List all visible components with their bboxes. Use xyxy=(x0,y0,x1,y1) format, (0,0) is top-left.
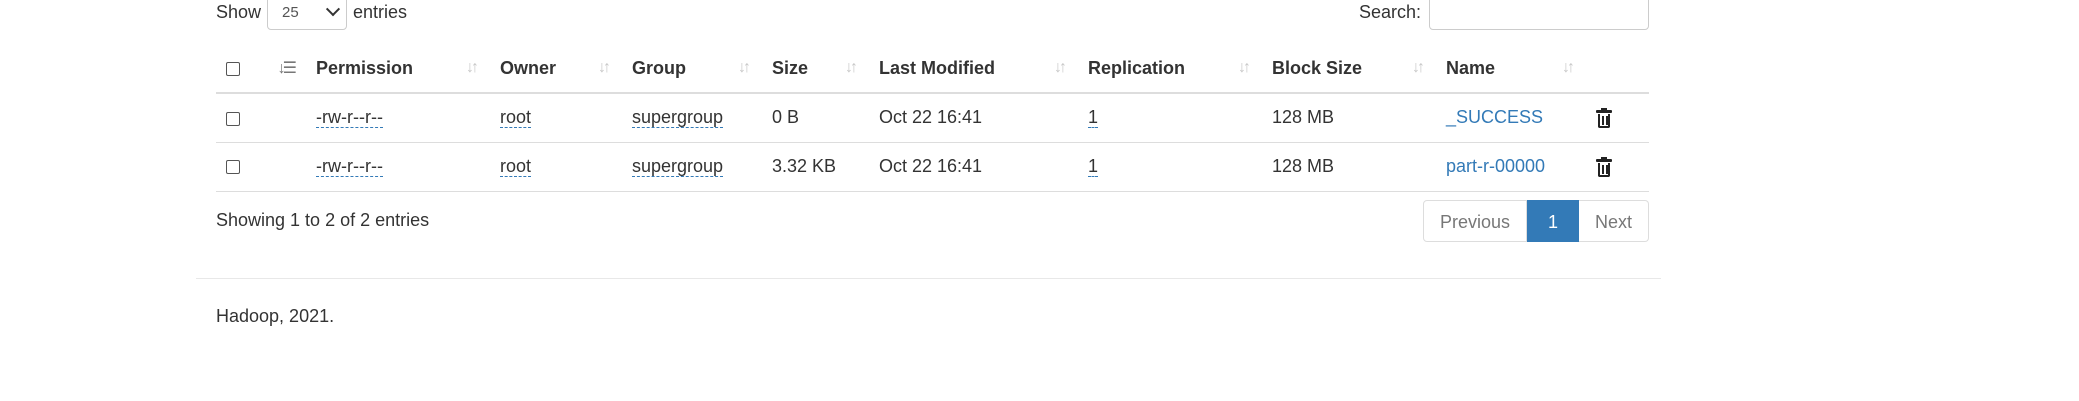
footer-divider xyxy=(196,278,1661,279)
page-1-button[interactable]: 1 xyxy=(1526,200,1579,242)
owner-value[interactable]: root xyxy=(500,156,532,177)
sort-icon: ↓↑ xyxy=(466,59,479,76)
actions-cell xyxy=(1586,93,1649,143)
sort-icon: ↓↑ xyxy=(845,59,858,76)
row-select-cell xyxy=(216,142,255,192)
entries-select[interactable]: 25 xyxy=(267,0,348,30)
column-group[interactable]: Group ↓↑ xyxy=(622,44,762,94)
group-cell: supergroup xyxy=(622,142,762,192)
column-block-size[interactable]: Block Size ↓↑ xyxy=(1262,44,1436,94)
owner-cell: root xyxy=(490,93,622,143)
group-value[interactable]: supergroup xyxy=(632,156,724,177)
search-label: Search: xyxy=(1358,1,1421,22)
sort-icon: ↓↑ xyxy=(598,59,611,76)
row-checkbox[interactable] xyxy=(226,111,240,126)
pagination: Previous 1 Next xyxy=(1422,200,1649,242)
file-browser: Show 25 entries Search: ↓☰ Permission ↓↑ … xyxy=(216,0,1649,242)
search-box: Search: xyxy=(1359,0,1649,30)
permission-cell: -rw-r--r-- xyxy=(306,142,490,192)
group-cell: supergroup xyxy=(622,93,762,143)
sort-icon: ↓↑ xyxy=(1054,59,1067,76)
size-cell: 0 B xyxy=(762,93,869,143)
table-controls: Show 25 entries Search: xyxy=(216,0,1649,34)
permission-value[interactable]: -rw-r--r-- xyxy=(316,107,383,129)
sort-column-header[interactable]: ↓☰ xyxy=(255,44,306,94)
select-all-header xyxy=(216,44,255,94)
row-select-cell xyxy=(216,93,255,143)
file-name-link[interactable]: _SUCCESS xyxy=(1446,107,1543,127)
replication-value[interactable]: 1 xyxy=(1088,156,1099,177)
group-value[interactable]: supergroup xyxy=(632,107,724,129)
size-cell: 3.32 KB xyxy=(762,142,869,192)
search-input[interactable] xyxy=(1429,0,1649,30)
length-suffix: entries xyxy=(353,1,408,22)
permission-value[interactable]: -rw-r--r-- xyxy=(316,156,383,177)
table-header-row: ↓☰ Permission ↓↑ Owner ↓↑ Group ↓↑ Size ↓↑ L… xyxy=(216,44,1649,94)
column-owner[interactable]: Owner ↓↑ xyxy=(490,44,622,94)
length-prefix: Show xyxy=(216,1,262,22)
column-actions xyxy=(1586,44,1649,94)
footer-text: Hadoop, 2021. xyxy=(216,306,335,326)
name-cell: part-r-00000 xyxy=(1436,142,1586,192)
table-info: Showing 1 to 2 of 2 entries xyxy=(216,210,430,230)
next-button[interactable]: Next xyxy=(1578,200,1649,242)
file-table: ↓☰ Permission ↓↑ Owner ↓↑ Group ↓↑ Size ↓↑ L… xyxy=(216,44,1649,192)
sort-icon: ↓↑ xyxy=(1562,59,1575,76)
row-spacer xyxy=(255,142,306,192)
replication-cell: 1 xyxy=(1078,93,1262,143)
select-all-checkbox[interactable] xyxy=(226,61,240,76)
row-spacer xyxy=(255,93,306,143)
block-size-cell: 128 MB xyxy=(1262,142,1436,192)
replication-cell: 1 xyxy=(1078,142,1262,192)
column-last-modified[interactable]: Last Modified ↓↑ xyxy=(869,44,1078,94)
table-row: -rw-r--r-- root supergroup 3.32 KB Oct 2… xyxy=(216,142,1649,192)
row-checkbox[interactable] xyxy=(226,160,240,175)
sort-icon: ↓↑ xyxy=(738,59,751,76)
length-menu: Show 25 entries xyxy=(216,0,407,30)
permission-cell: -rw-r--r-- xyxy=(306,93,490,143)
sort-icon: ↓↑ xyxy=(1412,59,1425,76)
file-name-link[interactable]: part-r-00000 xyxy=(1446,156,1545,176)
column-name[interactable]: Name ↓↑ xyxy=(1436,44,1586,94)
modified-cell: Oct 22 16:41 xyxy=(869,142,1078,192)
modified-cell: Oct 22 16:41 xyxy=(869,93,1078,143)
column-replication[interactable]: Replication ↓↑ xyxy=(1078,44,1262,94)
trash-icon[interactable] xyxy=(1596,108,1612,128)
chevron-down-icon xyxy=(325,2,341,17)
trash-icon[interactable] xyxy=(1596,156,1612,177)
table-row: -rw-r--r-- root supergroup 0 B Oct 22 16… xyxy=(216,93,1649,143)
block-size-cell: 128 MB xyxy=(1262,93,1436,143)
previous-button[interactable]: Previous xyxy=(1422,200,1527,242)
entries-select-value: 25 xyxy=(282,3,299,21)
name-cell: _SUCCESS xyxy=(1436,93,1586,143)
owner-cell: root xyxy=(490,142,622,192)
column-size[interactable]: Size ↓↑ xyxy=(762,44,869,94)
sort-desc-icon: ↓☰ xyxy=(277,60,297,77)
replication-value[interactable]: 1 xyxy=(1088,107,1099,129)
sort-icon: ↓↑ xyxy=(1238,59,1251,76)
owner-value[interactable]: root xyxy=(500,107,532,129)
actions-cell xyxy=(1586,142,1649,192)
column-permission[interactable]: Permission ↓↑ xyxy=(306,44,490,94)
